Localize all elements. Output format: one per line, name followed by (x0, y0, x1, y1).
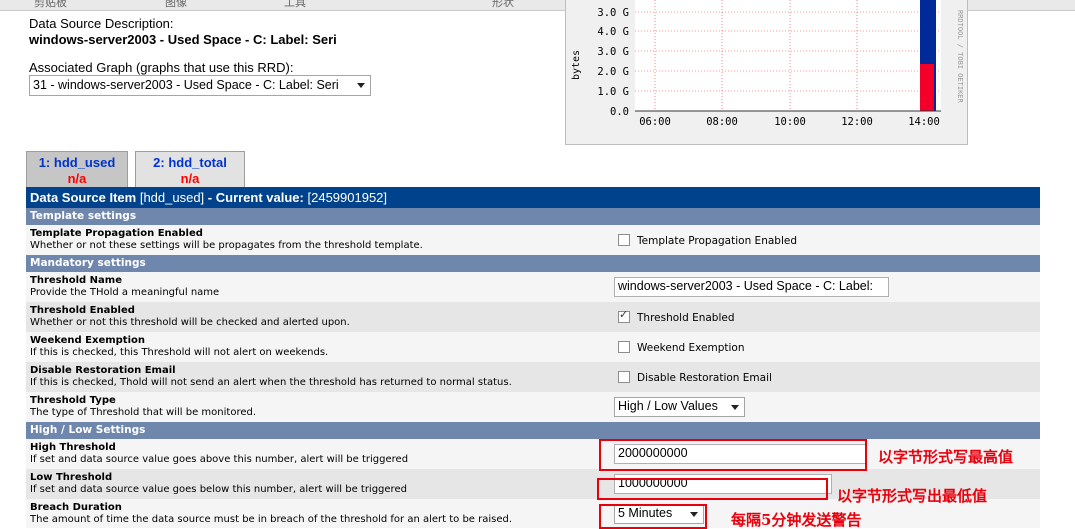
row-description: If this is checked, Thold will not send … (30, 377, 512, 388)
toolbar-label: 形状 (492, 0, 514, 9)
y-tick-label: 3.0 G (597, 46, 629, 58)
disable-restoration-label: Disable Restoration Email (637, 372, 772, 384)
row-disable-restoration-email: Disable Restoration Email If this is che… (26, 362, 1040, 392)
tab-hdd-total[interactable]: 2: hdd_total n/a (135, 151, 245, 187)
row-threshold-enabled: Threshold Enabled Whether or not this th… (26, 302, 1040, 332)
y-tick-label: 4.0 G (597, 26, 629, 38)
row-title: Threshold Type (30, 395, 116, 406)
x-tick-label: 08:00 (706, 116, 738, 128)
row-description: Whether or not this threshold will be ch… (30, 317, 350, 328)
toolbar-label: 剪贴板 (34, 0, 67, 9)
graph-ylabel: bytes (571, 50, 582, 80)
tab-hdd-used-value: n/a (67, 171, 87, 186)
row-description: If this is checked, this Threshold will … (30, 347, 329, 358)
header-current-label: - Current value: (207, 190, 304, 205)
tab-hdd-used[interactable]: 1: hdd_used n/a (26, 151, 128, 187)
y-tick-label: 0.0 (610, 106, 629, 118)
associated-graph-label: Associated Graph (graphs that use this R… (29, 60, 294, 75)
tab-hdd-used-name: 1: hdd_used (38, 155, 116, 170)
rrd-graph-canvas: bytes RRDTOOL / TOBI OETIKER 3.0 G 4.0 G 3… (571, 0, 964, 128)
row-title: Template Propagation Enabled (30, 228, 203, 239)
template-propagation-label: Template Propagation Enabled (637, 235, 797, 247)
row-title: Weekend Exemption (30, 335, 145, 346)
chevron-down-icon (731, 405, 739, 410)
row-threshold-type: Threshold Type The type of Threshold tha… (26, 392, 1040, 422)
row-threshold-name: Threshold Name Provide the THold a meani… (26, 272, 1040, 302)
used-space-bar (920, 64, 934, 111)
associated-graph-value: 31 - windows-server2003 - Used Space - C… (33, 78, 339, 92)
toolbar-label: 图像 (165, 0, 187, 9)
description-label: Data Source Description: (29, 16, 174, 31)
associated-graph-select[interactable]: 31 - windows-server2003 - Used Space - C… (29, 75, 371, 96)
toolbar-label: 工具 (284, 0, 306, 9)
tab-hdd-total-value: n/a (180, 171, 200, 186)
plot-area (635, 0, 941, 111)
template-propagation-checkbox[interactable] (618, 234, 630, 246)
rrd-graph: bytes RRDTOOL / TOBI OETIKER 3.0 G 4.0 G 3… (565, 0, 968, 145)
threshold-settings-panel: Data Source Item [hdd_used] - Current va… (26, 187, 1040, 528)
y-tick-label: 1.0 G (597, 86, 629, 98)
header-item: [hdd_used] (139, 190, 205, 205)
description-value: windows-server2003 - Used Space - C: Lab… (29, 32, 337, 47)
section-mandatory-settings: Mandatory settings (26, 255, 1040, 272)
section-template-settings: Template settings (26, 208, 1040, 225)
x-tick-label: 14:00 (908, 116, 940, 128)
row-description: The amount of time the data source must … (30, 514, 513, 525)
row-title: Low Threshold (30, 472, 113, 483)
y-tick-label: 2.0 G (597, 66, 629, 78)
annotation-box-breach (599, 504, 707, 529)
row-template-propagation: Template Propagation Enabled Whether or … (26, 225, 1040, 255)
y-tick-label: 3.0 G (597, 7, 629, 19)
row-weekend-exemption: Weekend Exemption If this is checked, th… (26, 332, 1040, 362)
chevron-down-icon (357, 83, 365, 88)
annotation-note-breach: 每隔5分钟发送警告 (731, 511, 862, 529)
section-high-low-settings: High / Low Settings (26, 422, 1040, 439)
row-description: Whether or not these settings will be pr… (30, 240, 423, 251)
threshold-type-select[interactable]: High / Low Values (614, 397, 745, 417)
annotation-note-high: 以字节形式写最高值 (878, 448, 1014, 466)
threshold-enabled-label: Threshold Enabled (637, 312, 735, 324)
threshold-enabled-checkbox[interactable] (618, 309, 630, 323)
annotation-box-high (599, 439, 867, 471)
header-prefix: Data Source Item (30, 190, 137, 205)
row-description: The type of Threshold that will be monit… (30, 407, 257, 418)
x-tick-label: 12:00 (841, 116, 873, 128)
graph-side-text: RRDTOOL / TOBI OETIKER (956, 10, 964, 104)
annotation-box-low (597, 478, 828, 500)
threshold-type-value: High / Low Values (618, 399, 718, 413)
tab-hdd-total-name: 2: hdd_total (153, 155, 227, 170)
weekend-exemption-checkbox[interactable] (618, 341, 630, 353)
x-tick-label: 06:00 (639, 116, 671, 128)
x-tick-label: 10:00 (774, 116, 806, 128)
panel-header: Data Source Item [hdd_used] - Current va… (26, 187, 1040, 208)
annotation-note-low: 以字节形式写出最低值 (837, 487, 988, 505)
row-title: Threshold Enabled (30, 305, 135, 316)
weekend-exemption-label: Weekend Exemption (637, 342, 745, 354)
threshold-name-input[interactable]: windows-server2003 - Used Space - C: Lab… (614, 277, 889, 297)
header-current-value: [2459901952] (307, 190, 388, 205)
row-title: Disable Restoration Email (30, 365, 176, 376)
disable-restoration-checkbox[interactable] (618, 371, 630, 383)
